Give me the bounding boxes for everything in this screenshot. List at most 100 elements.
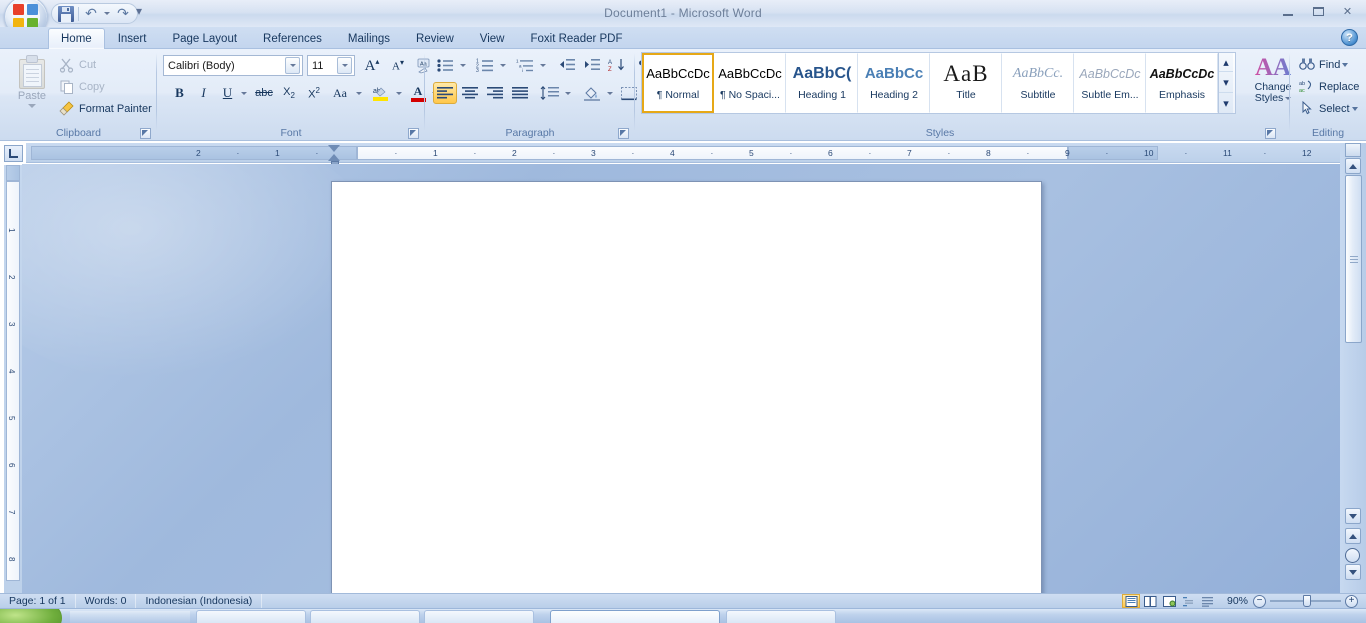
font-size-combo[interactable]: 11 <box>307 55 355 76</box>
zoom-level[interactable]: 90% <box>1227 595 1248 607</box>
quick-launch-area[interactable] <box>70 611 190 623</box>
select-browse-object-button[interactable] <box>1345 548 1360 563</box>
taskbar-item[interactable] <box>424 610 534 623</box>
tab-references[interactable]: References <box>250 28 335 49</box>
style-tile-no-spaci[interactable]: AaBbCcDc ¶ No Spaci... <box>714 53 786 113</box>
first-line-indent-marker[interactable] <box>328 145 340 152</box>
align-left-button[interactable] <box>433 82 457 104</box>
hanging-indent-marker[interactable] <box>328 154 340 161</box>
taskbar-item[interactable] <box>310 610 420 623</box>
tab-view[interactable]: View <box>467 28 518 49</box>
chevron-down-icon[interactable] <box>337 57 352 74</box>
numbering-button[interactable]: 123 <box>473 54 497 76</box>
styles-more-button[interactable]: ▾ <box>1219 94 1233 113</box>
document-page[interactable] <box>331 181 1042 593</box>
numbering-dropdown[interactable] <box>497 54 508 76</box>
line-spacing-dropdown[interactable] <box>562 82 573 104</box>
customize-qat-button[interactable]: ▾ <box>136 4 142 18</box>
view-button-full-screen-reading[interactable] <box>1141 594 1159 608</box>
zoom-out-button[interactable]: − <box>1253 594 1266 608</box>
cut-button[interactable]: Cut <box>56 54 151 76</box>
redo-button[interactable]: ↷ <box>112 5 134 23</box>
zoom-track[interactable] <box>1270 595 1341 607</box>
style-tile-title[interactable]: AaB Title <box>930 53 1002 113</box>
styles-dialog-launcher[interactable] <box>1265 128 1276 139</box>
decrease-indent-button[interactable] <box>555 54 579 76</box>
font-dialog-launcher[interactable] <box>408 128 419 139</box>
highlight-button[interactable]: ab <box>369 82 393 104</box>
paste-button[interactable]: Paste <box>10 53 54 113</box>
vertical-scrollbar[interactable] <box>1340 143 1366 593</box>
tab-stop-selector[interactable] <box>4 145 23 162</box>
document-canvas[interactable] <box>22 164 1340 593</box>
zoom-in-button[interactable]: + <box>1345 594 1358 608</box>
minimize-button[interactable] <box>1273 1 1302 21</box>
replace-button[interactable]: ab ac Replace <box>1296 76 1366 98</box>
scroll-down-button[interactable] <box>1345 508 1361 524</box>
styles-scroll-down-button[interactable]: ▾ <box>1219 74 1233 93</box>
view-button-print-layout[interactable] <box>1122 594 1140 608</box>
word-count[interactable]: Words: 0 <box>76 593 137 609</box>
tab-home[interactable]: Home <box>48 28 105 49</box>
view-button-web-layout[interactable] <box>1160 594 1178 608</box>
close-button[interactable]: ✕ <box>1333 1 1362 21</box>
tab-page-layout[interactable]: Page Layout <box>159 28 250 49</box>
zoom-thumb[interactable] <box>1303 595 1312 607</box>
style-tile-emphasis[interactable]: AaBbCcDc Emphasis <box>1146 53 1218 113</box>
scroll-up-button[interactable] <box>1345 158 1361 174</box>
grow-font-button[interactable]: A▴ <box>360 54 384 77</box>
view-button-outline[interactable] <box>1179 594 1197 608</box>
highlight-dropdown[interactable] <box>393 82 404 104</box>
help-button[interactable]: ? <box>1341 29 1358 46</box>
shading-button[interactable] <box>580 82 604 104</box>
bullets-dropdown[interactable] <box>457 54 468 76</box>
style-tile-normal[interactable]: AaBbCcDc ¶ Normal <box>642 53 714 113</box>
font-name-combo[interactable]: Calibri (Body) <box>163 55 303 76</box>
line-spacing-button[interactable] <box>537 82 563 104</box>
style-tile-heading-2[interactable]: AaBbCc Heading 2 <box>858 53 930 113</box>
tab-mailings[interactable]: Mailings <box>335 28 403 49</box>
align-right-button[interactable] <box>483 82 507 104</box>
find-button[interactable]: Find <box>1296 54 1362 76</box>
bold-button[interactable]: B <box>168 82 191 104</box>
change-case-dropdown[interactable] <box>353 82 364 104</box>
justify-button[interactable] <box>508 82 532 104</box>
shrink-font-button[interactable]: A▾ <box>386 54 410 77</box>
style-tile-subtle-em[interactable]: AaBbCcDc Subtle Em... <box>1074 53 1146 113</box>
vertical-ruler[interactable]: 1 2 3 4 5 6 7 8 <box>4 165 22 600</box>
copy-button[interactable]: Copy <box>56 76 151 98</box>
subscript-button[interactable]: X2 <box>277 82 301 104</box>
underline-button[interactable]: U <box>216 82 239 104</box>
language-indicator[interactable]: Indonesian (Indonesia) <box>136 593 263 609</box>
save-button[interactable] <box>55 5 77 23</box>
chevron-down-icon[interactable] <box>285 57 300 74</box>
taskbar-item-active[interactable] <box>550 610 720 623</box>
start-button[interactable] <box>0 609 62 623</box>
page-indicator[interactable]: Page: 1 of 1 <box>0 593 76 609</box>
multilevel-list-dropdown[interactable] <box>537 54 548 76</box>
multilevel-list-button[interactable]: 1ai <box>513 54 537 76</box>
tab-insert[interactable]: Insert <box>105 28 160 49</box>
change-case-button[interactable]: Aa <box>327 82 353 104</box>
strikethrough-button[interactable]: abc <box>252 82 276 104</box>
tab-review[interactable]: Review <box>403 28 467 49</box>
bullets-button[interactable] <box>433 54 457 76</box>
align-center-button[interactable] <box>458 82 482 104</box>
style-tile-subtitle[interactable]: AaBbCc. Subtitle <box>1002 53 1074 113</box>
paragraph-dialog-launcher[interactable] <box>618 128 629 139</box>
increase-indent-button[interactable] <box>580 54 604 76</box>
underline-dropdown[interactable] <box>238 82 250 104</box>
horizontal-ruler[interactable]: 2 · 1 · 1 · 2 · 3 · 4 · 5 · 6 · 7 · 8 · 9 · 10 · 11 · 12 · <box>26 143 1340 163</box>
format-painter-button[interactable]: Format Painter <box>56 98 156 120</box>
clipboard-dialog-launcher[interactable] <box>140 128 151 139</box>
previous-page-button[interactable] <box>1345 528 1361 544</box>
scroll-thumb[interactable] <box>1345 175 1362 343</box>
styles-scroll-up-button[interactable]: ▴ <box>1219 53 1233 72</box>
undo-button[interactable]: ↶ <box>80 5 102 23</box>
zoom-slider-control[interactable]: − + <box>1253 594 1358 609</box>
undo-dropdown[interactable] <box>102 5 112 23</box>
sort-button[interactable]: AZ <box>605 54 629 76</box>
restore-button[interactable] <box>1303 1 1332 21</box>
split-window-handle[interactable] <box>1345 143 1361 157</box>
style-tile-heading-1[interactable]: AaBbC(Heading 1 <box>786 53 858 113</box>
